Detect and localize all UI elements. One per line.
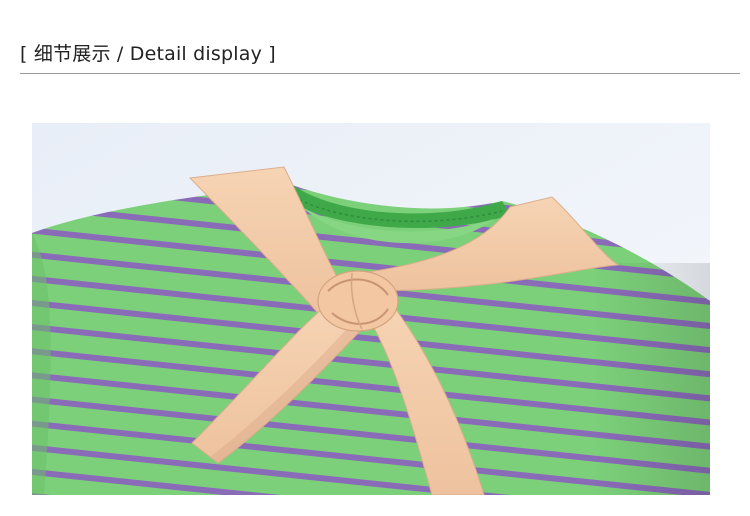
shirt-right-shade [592,263,710,495]
product-illustration [32,123,710,495]
section-title: [ 细节展示 / Detail display ] [20,42,276,65]
title-divider [20,73,740,74]
product-detail-photo [32,123,710,495]
